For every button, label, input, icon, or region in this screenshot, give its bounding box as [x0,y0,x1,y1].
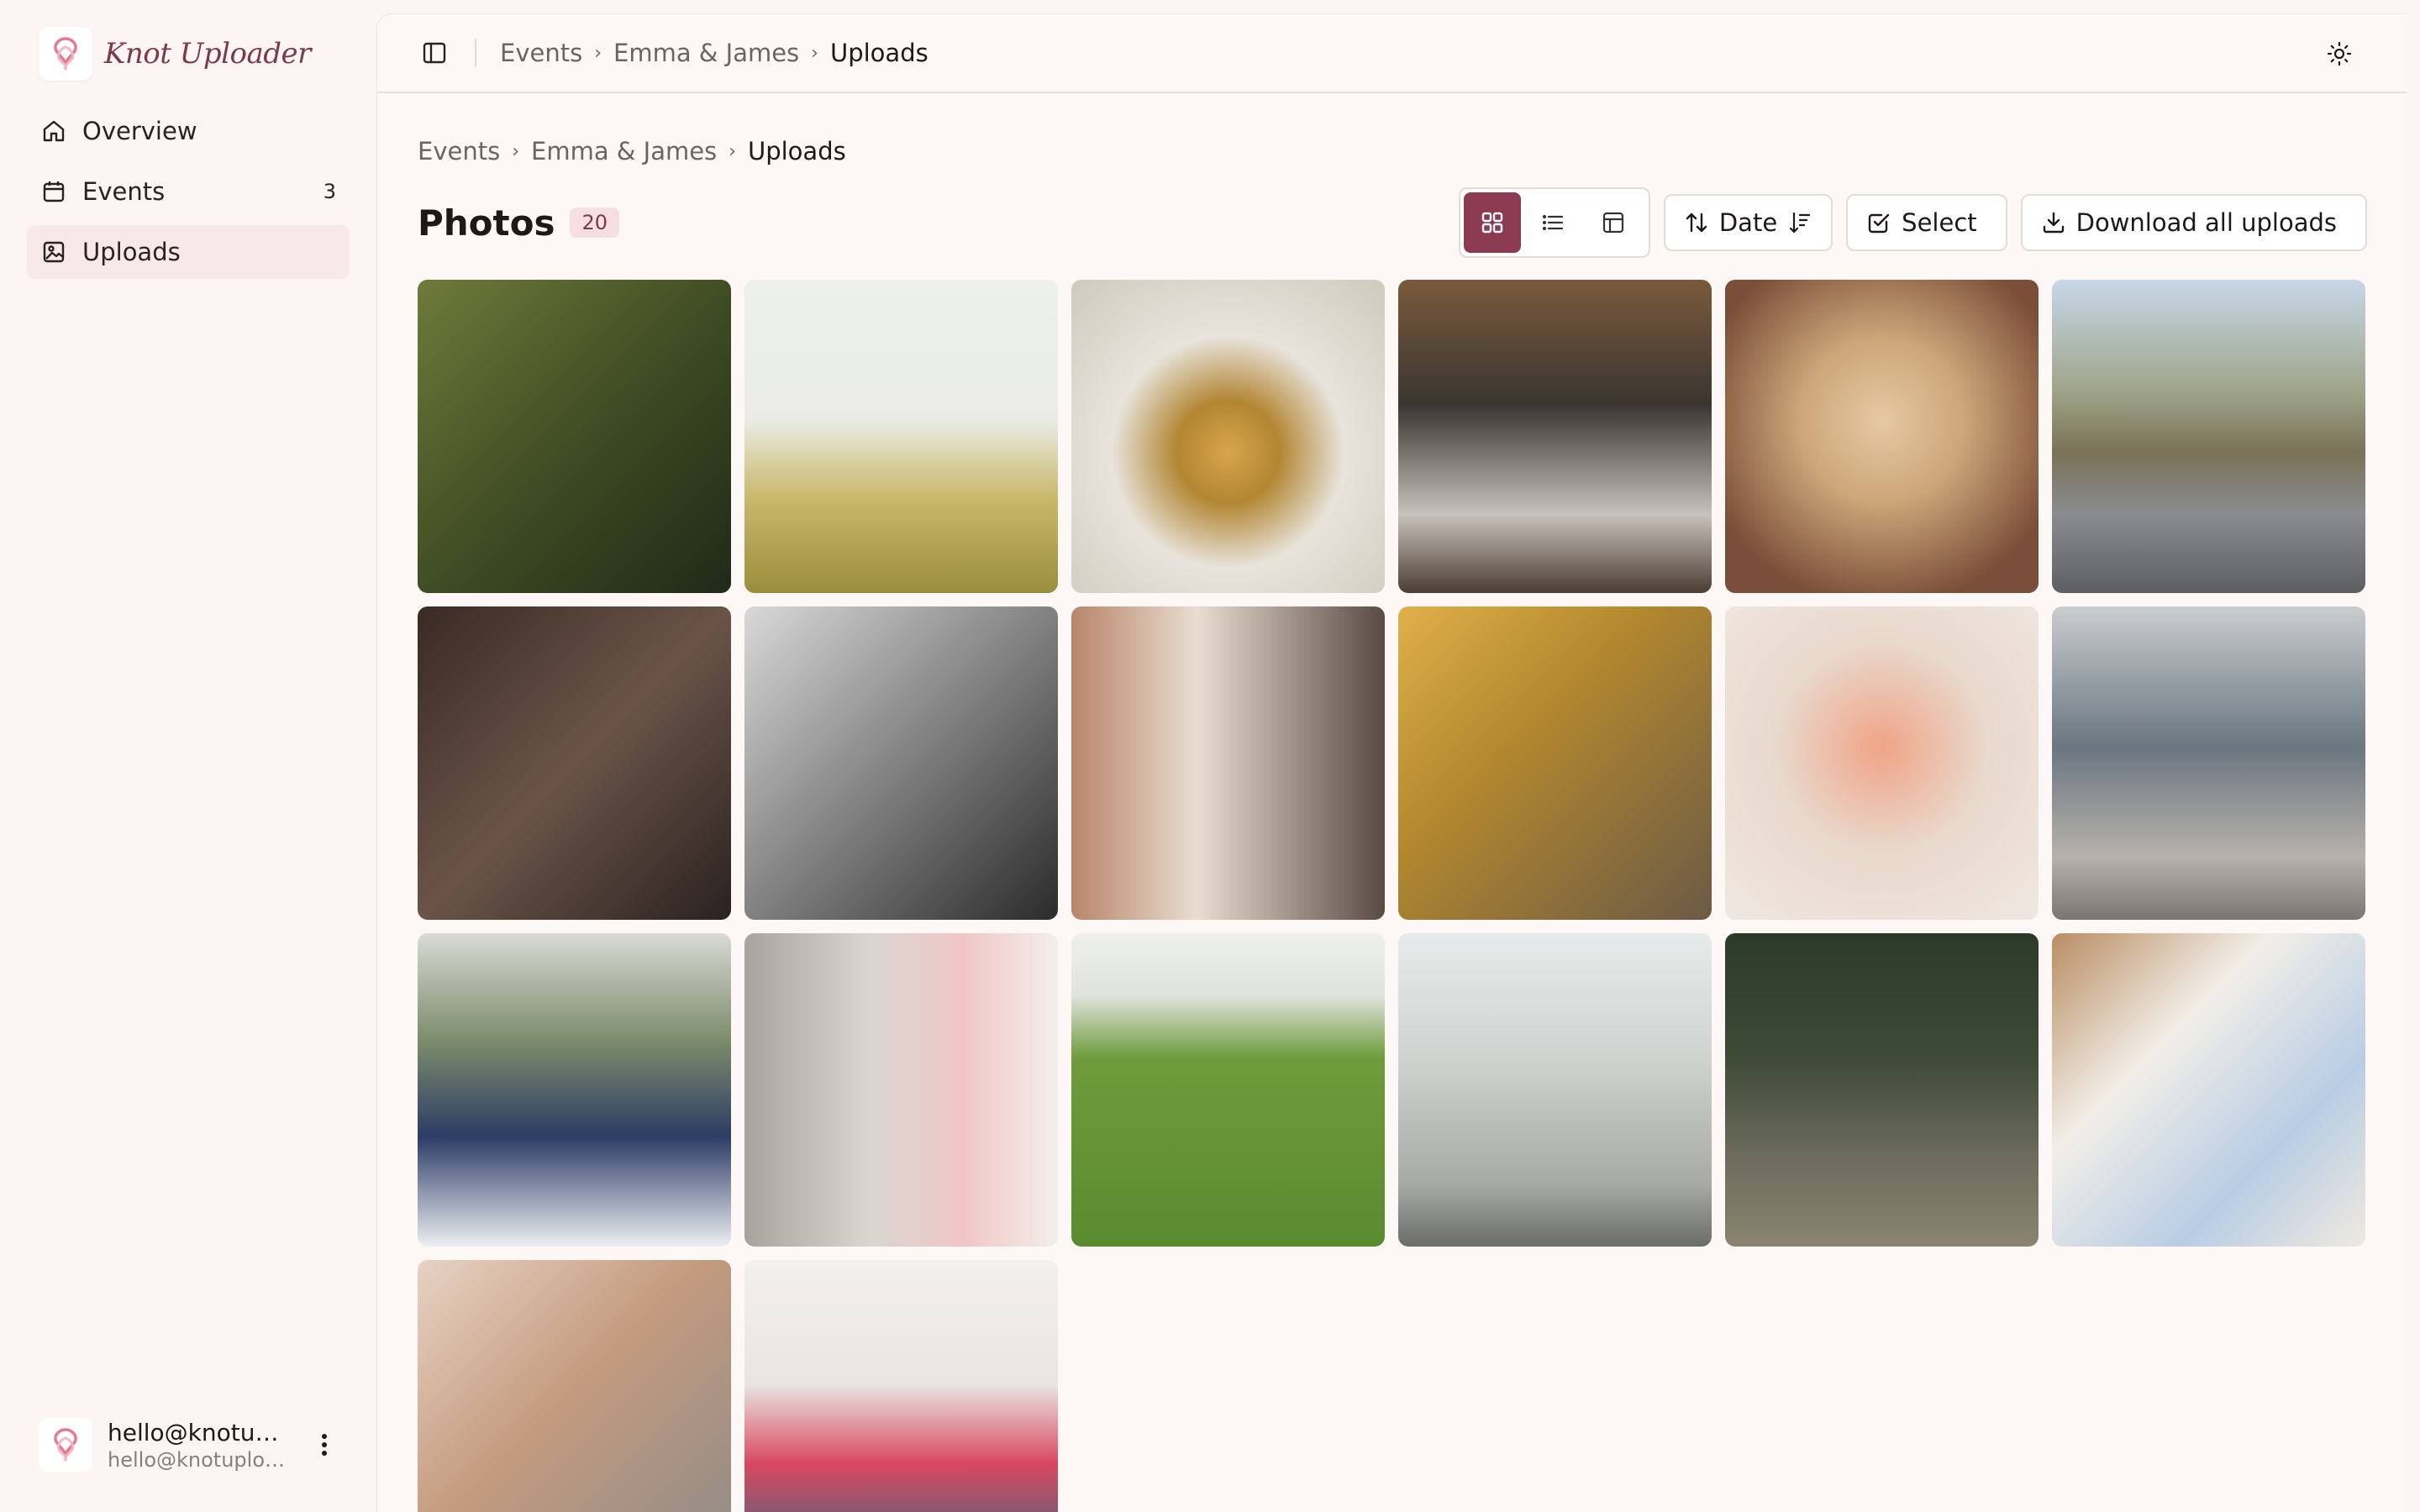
top-bar: Events › Emma & James › Uploads [377,14,2407,93]
brand[interactable]: Knot Uploader [39,27,311,81]
logo-icon [39,27,92,81]
sort-descending-icon [1790,212,1811,234]
chevron-right-icon: › [811,42,818,64]
photo-tile[interactable] [2052,606,2365,920]
more-vertical-icon[interactable] [308,1421,341,1468]
brand-name: Knot Uploader [104,37,311,71]
main-panel: Events › Emma & James › Uploads Events ›… [376,13,2407,1512]
user-info: hello@knotupl... hello@knotuploa... [108,1419,292,1472]
events-count: 3 [323,180,336,203]
page-breadcrumb: Events › Emma & James › Uploads [418,137,846,165]
download-label: Download all uploads [2075,208,2337,237]
list-view-icon [1542,214,1563,231]
photo-tile[interactable] [1398,933,1712,1247]
sidebar-item-events[interactable]: Events 3 [27,165,350,218]
table-view-icon [1602,212,1623,234]
sidebar-item-label: Events [82,177,166,206]
photo-tile[interactable] [1725,933,2039,1247]
avatar [39,1418,92,1472]
list-view-button[interactable] [1524,192,1581,253]
sidebar-item-overview[interactable]: Overview [27,104,350,158]
photo-tile[interactable] [1071,933,1385,1247]
image-icon [43,241,65,263]
breadcrumb-events[interactable]: Events [418,137,500,165]
breadcrumb-events[interactable]: Events [500,39,582,67]
sun-icon[interactable] [2323,37,2356,71]
view-toggle-group [1458,187,1650,258]
checkbox-icon [1868,213,1890,234]
sidebar-item-label: Overview [82,117,197,145]
photo-tile[interactable] [1398,280,1712,593]
user-name: hello@knotupl... [108,1418,292,1446]
photo-tile[interactable] [1071,280,1385,593]
download-all-button[interactable]: Download all uploads [2020,194,2367,251]
photo-tile[interactable] [418,606,731,920]
photo-tile[interactable] [1398,606,1712,920]
home-icon [43,120,65,142]
breadcrumb-current: Uploads [747,137,846,165]
chevron-right-icon: › [729,140,736,162]
select-button[interactable]: Select [1846,194,2007,251]
page-title: Photos [418,202,555,244]
page-header: Photos 20 Date Select Download all uploa… [418,187,2367,258]
photo-tile[interactable] [1725,280,2039,593]
sidebar: Knot Uploader Overview Events 3 Uploads [0,0,376,1512]
user-menu[interactable]: hello@knotupl... hello@knotuploa... [39,1415,341,1475]
photo-grid [418,280,2367,1512]
sidebar-item-uploads[interactable]: Uploads [27,225,350,279]
photo-count-badge: 20 [570,207,620,238]
photo-tile[interactable] [2052,280,2365,593]
sidebar-item-label: Uploads [82,238,181,266]
chevron-right-icon: › [512,140,519,162]
photo-tile[interactable] [744,1260,1058,1512]
photo-tile[interactable] [744,280,1058,593]
photo-tile[interactable] [418,933,731,1247]
photo-tile[interactable] [2052,933,2365,1247]
photo-tile[interactable] [418,280,731,593]
table-view-button[interactable] [1585,192,1642,253]
download-icon [2043,212,2064,234]
sort-date-button[interactable]: Date [1663,194,1833,251]
sort-arrows-icon [1686,213,1707,233]
breadcrumb-current: Uploads [829,39,929,67]
breadcrumb: Events › Emma & James › Uploads [500,39,929,67]
sidebar-toggle-icon[interactable] [418,36,451,70]
breadcrumb-event[interactable]: Emma & James [613,39,799,67]
select-label: Select [1902,208,1977,237]
sort-label: Date [1718,208,1778,237]
breadcrumb-event[interactable]: Emma & James [531,137,717,165]
photo-tile[interactable] [418,1260,731,1512]
user-email: hello@knotuploa... [108,1447,292,1472]
photo-tile[interactable] [744,606,1058,920]
grid-view-icon [1481,212,1503,234]
calendar-icon [43,181,65,202]
toolbar: Date Select Download all uploads [1458,187,2367,258]
grid-view-button[interactable] [1463,192,1521,253]
chevron-right-icon: › [594,42,602,64]
photo-tile[interactable] [744,933,1058,1247]
photo-tile[interactable] [1071,606,1385,920]
photo-tile[interactable] [1725,606,2039,920]
divider [475,39,476,67]
sidebar-nav: Overview Events 3 Uploads [27,104,350,286]
